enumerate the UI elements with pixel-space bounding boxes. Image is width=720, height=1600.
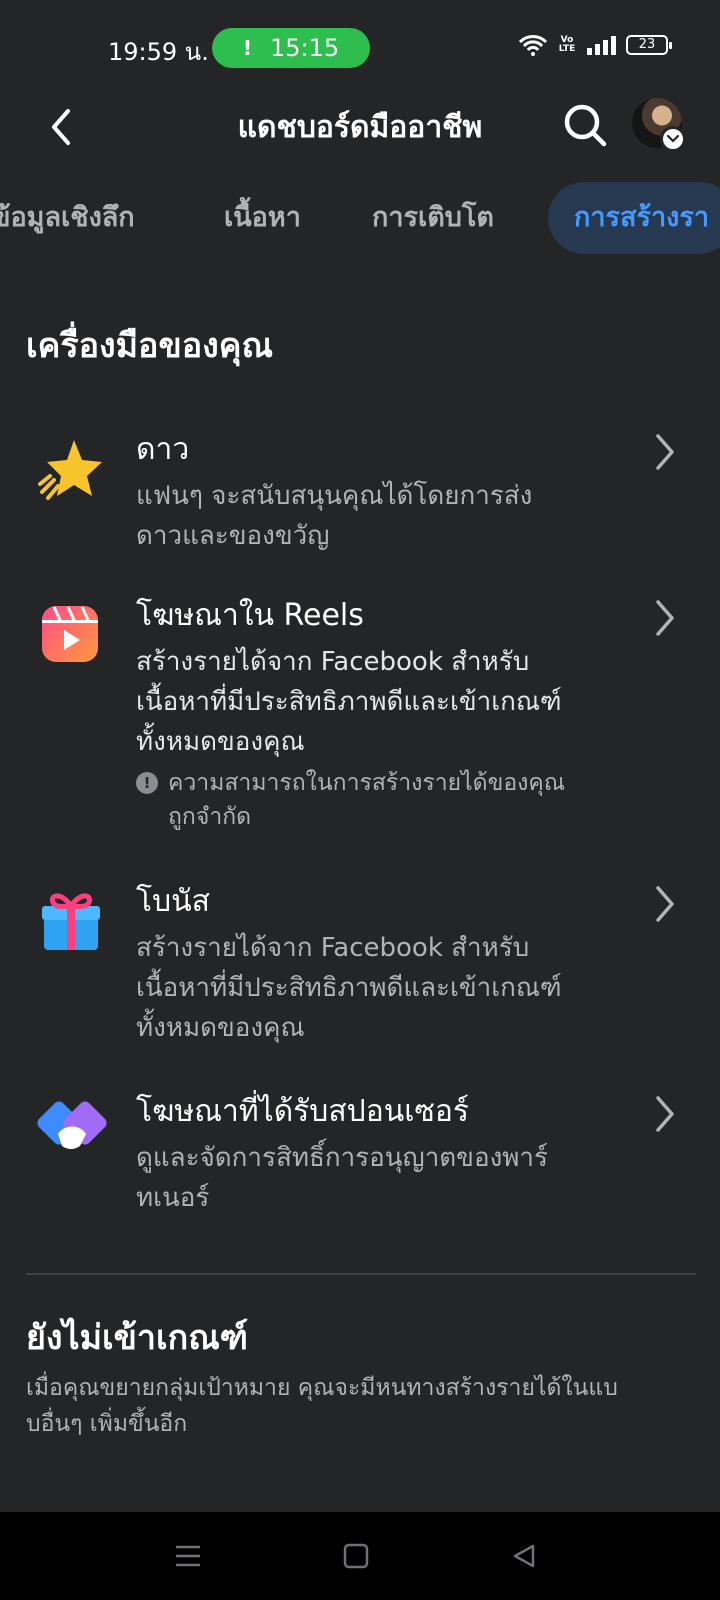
tool-desc-line: เนื้อหาที่มีประสิทธิภาพดีและเข้าเกณฑ์	[136, 687, 562, 717]
page-title: แดชบอร์ดมืออาชีพ	[237, 110, 483, 145]
tool-desc-line: สร้างรายได้จาก Facebook สำหรับ	[136, 933, 530, 963]
reels-icon	[42, 606, 98, 662]
tool-item-reels-ads[interactable]: โฆษณาใน Reels สร้างรายได้จาก Facebook สำ…	[0, 596, 720, 856]
chevron-right-icon	[656, 886, 674, 922]
chevron-down-icon	[667, 135, 679, 143]
wifi-icon	[518, 35, 548, 56]
back-nav-button[interactable]	[502, 1534, 546, 1578]
menu-icon	[176, 1545, 200, 1567]
warning-text-line: ถูกจำกัด	[168, 804, 252, 830]
desc-line: เมื่อคุณขยายกลุ่มเป้าหมาย คุณจะมีหนทางสร…	[26, 1375, 618, 1401]
chevron-right-icon	[656, 434, 674, 470]
tool-item-stars[interactable]: ดาว แฟนๆ จะสนับสนุนคุณได้โดยการส่ง ดาวแล…	[0, 430, 720, 566]
warning-text-line: ความสามารถในการสร้างรายได้ของคุณ	[168, 770, 566, 796]
not-eligible-description: เมื่อคุณขยายกลุ่มเป้าหมาย คุณจะมีหนทางสร…	[26, 1370, 696, 1442]
tool-desc-line: ทั้งหมดของคุณ	[136, 1013, 305, 1043]
tab-content[interactable]: เนื้อหา	[224, 182, 301, 254]
call-alert-icon: !	[242, 36, 252, 60]
signal-icon	[587, 36, 616, 55]
status-bar: 19:59 น. ! 15:15 Vo LTE 23	[0, 0, 720, 92]
chevron-right-icon	[656, 1096, 674, 1132]
ongoing-call-pill[interactable]: ! 15:15	[212, 28, 370, 68]
section-title-not-eligible: ยังไม่เข้าเกณฑ์	[26, 1318, 248, 1358]
tool-desc-line: ทเนอร์	[136, 1183, 210, 1213]
tool-desc-line: ดาวและของขวัญ	[136, 521, 330, 551]
warning-icon: !	[136, 772, 158, 794]
status-icons: Vo LTE 23	[518, 34, 672, 56]
handshake-icon	[37, 1101, 107, 1149]
account-switch-badge[interactable]	[660, 126, 686, 152]
section-title-tools: เครื่องมือของคุณ	[26, 326, 274, 366]
tab-insights[interactable]: ข้อมูลเชิงลึก	[0, 182, 135, 254]
tool-desc-line: สร้างรายได้จาก Facebook สำหรับ	[136, 647, 530, 677]
tool-title: โฆษณาใน Reels	[136, 598, 364, 633]
tool-desc-line: ดูและจัดการสิทธิ์การอนุญาตของพาร์	[136, 1143, 548, 1173]
battery-indicator: 23	[626, 35, 672, 55]
recent-apps-button[interactable]	[166, 1534, 210, 1578]
triangle-back-icon	[513, 1544, 535, 1568]
tab-growth[interactable]: การเติบโต	[372, 182, 494, 254]
desc-line: บอื่นๆ เพิ่มขึ้นอีก	[26, 1411, 188, 1437]
home-button[interactable]	[334, 1534, 378, 1578]
volte-indicator: Vo LTE	[558, 35, 576, 54]
tool-desc-line: เนื้อหาที่มีประสิทธิภาพดีและเข้าเกณฑ์	[136, 973, 562, 1003]
chevron-right-icon	[656, 600, 674, 636]
section-divider	[26, 1273, 696, 1275]
tool-title: โบนัส	[136, 884, 210, 919]
tool-title: ดาว	[136, 432, 190, 467]
tool-title: โฆษณาที่ได้รับสปอนเซอร์	[136, 1094, 469, 1129]
status-time: 19:59 น.	[108, 38, 209, 66]
tool-item-bonus[interactable]: โบนัส สร้างรายได้จาก Facebook สำหรับ เนื…	[0, 882, 720, 1062]
call-duration: 15:15	[269, 34, 340, 62]
tool-item-sponsored-ads[interactable]: โฆษณาที่ได้รับสปอนเซอร์ ดูและจัดการสิทธิ…	[0, 1092, 720, 1232]
tool-desc-line: ทั้งหมดของคุณ	[136, 727, 305, 757]
system-nav-bar	[0, 1512, 720, 1600]
search-button[interactable]	[558, 98, 612, 152]
tool-desc-line: แฟนๆ จะสนับสนุนคุณได้โดยการส่ง	[136, 481, 533, 511]
tab-monetization[interactable]: การสร้างรา	[548, 182, 720, 254]
search-icon	[564, 104, 607, 147]
square-icon	[343, 1543, 369, 1569]
app-header: แดชบอร์ดมืออาชีพ	[0, 92, 720, 182]
tab-bar: ข้อมูลเชิงลึก เนื้อหา การเติบโต การสร้าง…	[0, 182, 720, 254]
gift-icon	[42, 893, 100, 950]
star-icon	[38, 440, 102, 500]
monetization-warning: ! ความสามารถในการสร้างรายได้ของคุณ ถูกจำ…	[136, 766, 640, 834]
